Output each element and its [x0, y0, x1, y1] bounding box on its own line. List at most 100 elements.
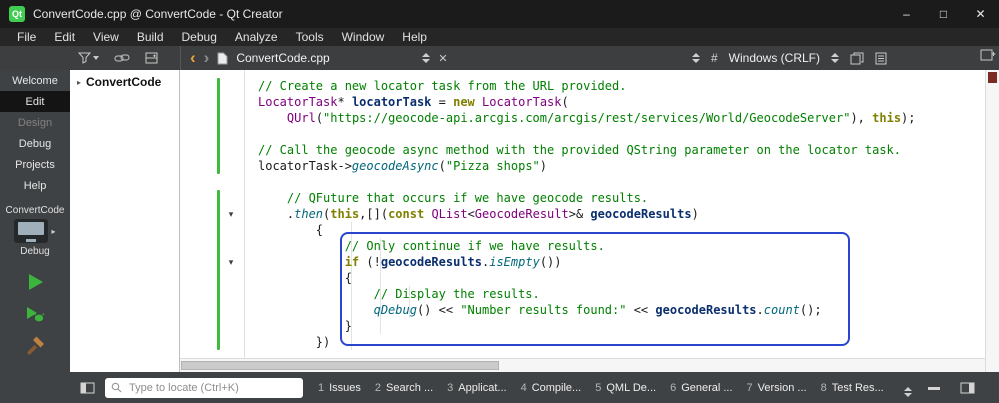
pane-nav-arrows[interactable] [903, 387, 912, 397]
menu-file[interactable]: File [8, 28, 45, 46]
back-button[interactable]: ‹ [190, 49, 196, 67]
fold-marker-icon[interactable]: ▾ [224, 206, 238, 222]
menu-view[interactable]: View [84, 28, 128, 46]
sidebar-item-projects[interactable]: Projects [0, 154, 70, 175]
vertical-scrollbar[interactable] [985, 70, 999, 372]
code-token: QUrl [286, 111, 316, 125]
sidebar-item-welcome[interactable]: Welcome [0, 70, 70, 91]
output-pane-testres[interactable]: 8 Test Res... [821, 382, 884, 394]
code-line[interactable]: } [258, 318, 985, 334]
close-document-button[interactable]: ✕ [438, 52, 447, 65]
run-button[interactable] [24, 271, 46, 293]
code-line[interactable]: // QFuture that occurs if we have geocod… [258, 190, 985, 206]
code-line[interactable]: LocatorTask* locatorTask = new LocatorTa… [258, 94, 985, 110]
sidebar-item-help[interactable]: Help [0, 175, 70, 196]
project-tree-root[interactable]: ▸ ConvertCode [70, 70, 179, 89]
toggle-right-sidebar-icon[interactable] [960, 382, 975, 394]
kit-selector[interactable]: ConvertCode ▸ Debug [0, 205, 70, 257]
document-properties-icon[interactable] [875, 52, 887, 65]
code-line[interactable]: }) [258, 334, 985, 350]
build-hammer-button[interactable] [24, 335, 46, 357]
menu-build[interactable]: Build [128, 28, 173, 46]
code-token: // Only continue if we have results. [344, 239, 605, 253]
menu-edit[interactable]: Edit [45, 28, 84, 46]
horizontal-scrollbar[interactable] [180, 358, 985, 372]
menu-help[interactable]: Help [393, 28, 436, 46]
close-button[interactable]: ✕ [962, 0, 999, 28]
code-line[interactable] [258, 126, 985, 142]
sidebar-item-edit[interactable]: Edit [0, 91, 70, 112]
code-token: < [467, 207, 475, 221]
scrollbar-annotation-marker [988, 72, 997, 83]
menu-tools[interactable]: Tools [287, 28, 333, 46]
toggle-left-sidebar-icon[interactable] [80, 382, 95, 394]
line-ending-selector[interactable]: Windows (CRLF) [729, 51, 820, 65]
output-pane-general[interactable]: 6 General ... [670, 382, 732, 394]
code-line[interactable]: qDebug() << "Number results found:" << g… [258, 302, 985, 318]
code-line[interactable]: // Create a new locator task from the UR… [258, 78, 985, 94]
code-token: geocodeResults [655, 303, 757, 317]
sidebar-toolbar [0, 46, 181, 70]
chevron-down-icon [93, 56, 99, 60]
locator-input[interactable] [127, 380, 297, 395]
menu-debug[interactable]: Debug [173, 28, 226, 46]
document-dropdown-spinner[interactable] [422, 53, 431, 63]
vcs-change-bar [217, 78, 220, 174]
filter-icon[interactable] [78, 52, 99, 64]
code-token: } [258, 319, 352, 333]
sidebar-item-debug[interactable]: Debug [0, 133, 70, 154]
code-token: locatorTask [351, 95, 432, 109]
output-pane-qmlde[interactable]: 5 QML De... [595, 382, 656, 394]
sync-with-editor-icon[interactable] [114, 52, 130, 64]
code-editor[interactable]: ▾ ▾ // Create a new locator task from th… [180, 70, 999, 372]
code-line[interactable]: if (!geocodeResults.isEmpty()) [258, 254, 985, 270]
copy-document-icon[interactable] [850, 52, 864, 65]
output-pane-compile[interactable]: 4 Compile... [521, 382, 582, 394]
menu-analyze[interactable]: Analyze [226, 28, 287, 46]
open-document-name[interactable]: ConvertCode.cpp [236, 51, 414, 65]
split-editor-button[interactable] [980, 48, 996, 65]
code-line[interactable]: // Only continue if we have results. [258, 238, 985, 254]
pane-number: 2 [374, 381, 382, 394]
code-token: if [344, 255, 360, 269]
debug-run-button[interactable] [24, 303, 46, 325]
minimize-output-pane-icon[interactable] [927, 382, 941, 394]
code-area[interactable]: // Create a new locator task from the UR… [244, 70, 985, 358]
minimize-button[interactable]: – [888, 0, 925, 28]
vcs-change-bar [217, 190, 220, 350]
chevron-up-icon [831, 53, 839, 57]
line-ending-spinner[interactable] [831, 53, 839, 63]
code-token: locatorTask-> [258, 159, 352, 173]
output-pane-search[interactable]: 2 Search ... [375, 382, 433, 394]
search-icon [111, 382, 122, 393]
output-pane-version[interactable]: 7 Version ... [747, 382, 807, 394]
toolbar-spinner[interactable] [691, 53, 700, 63]
fold-marker-icon[interactable]: ▾ [224, 254, 238, 270]
maximize-button[interactable]: □ [925, 0, 962, 28]
code-line[interactable]: // Call the geocode async method with th… [258, 142, 985, 158]
code-line[interactable]: { [258, 270, 985, 286]
code-line[interactable]: locatorTask->geocodeAsync("Pizza shops") [258, 158, 985, 174]
code-token: LocatorTask [482, 95, 562, 109]
code-line[interactable]: QUrl("https://geocode-api.arcgis.com/arc… [258, 110, 985, 126]
code-token: { [258, 271, 352, 285]
locator[interactable] [105, 377, 303, 398]
code-line[interactable]: // Display the results. [258, 286, 985, 302]
code-line[interactable]: { [258, 222, 985, 238]
pane-label: Search ... [386, 381, 434, 394]
output-pane-issues[interactable]: 1 Issues [318, 382, 361, 394]
menu-window[interactable]: Window [333, 28, 394, 46]
code-token: "Number results found:" [460, 303, 627, 317]
split-panel-icon[interactable] [145, 52, 158, 64]
output-pane-applicat[interactable]: 3 Applicat... [447, 382, 506, 394]
code-line[interactable] [258, 174, 985, 190]
annotation-hash-button[interactable]: # [711, 51, 718, 65]
forward-button[interactable]: › [204, 49, 210, 67]
code-line[interactable]: .then(this,[](const QList<GeocodeResult>… [258, 206, 985, 222]
horizontal-scrollbar-thumb[interactable] [181, 361, 499, 370]
editor-options-toolbar: # Windows (CRLF) [691, 46, 887, 70]
code-token: . [756, 303, 764, 317]
